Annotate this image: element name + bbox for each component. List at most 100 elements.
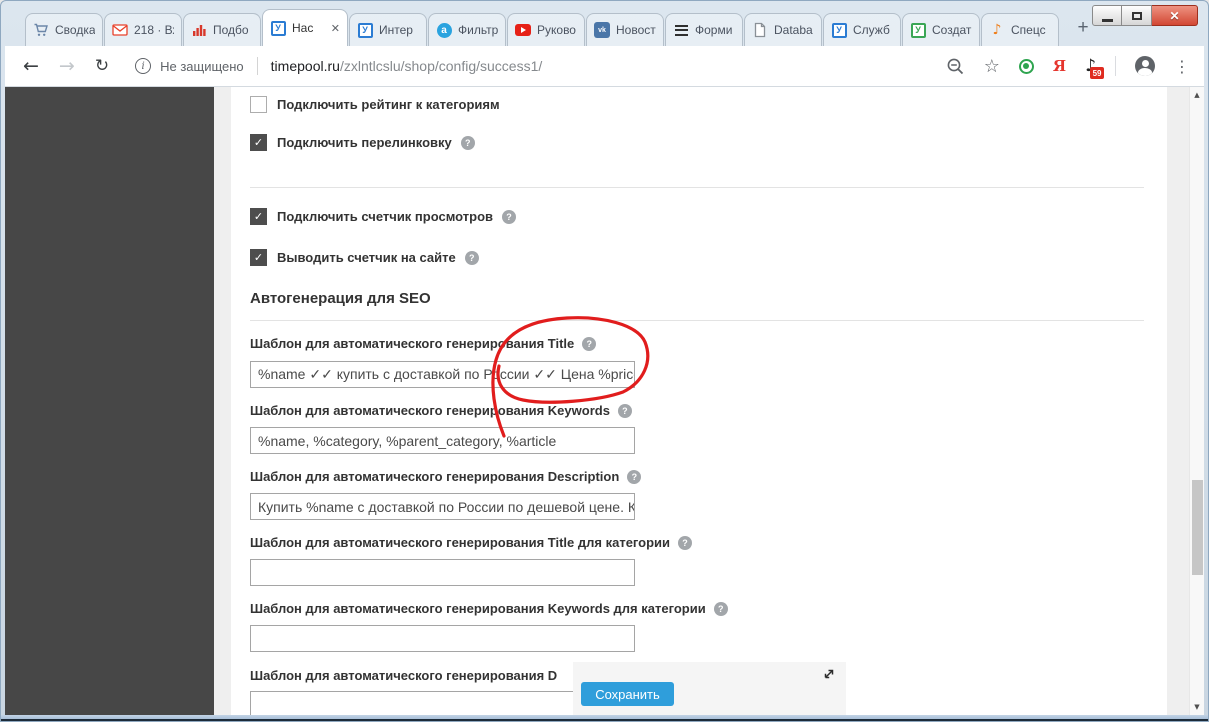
tab-label: Служб [853,23,890,37]
tab-svodka[interactable]: Сводка [25,13,103,46]
tab-spec[interactable]: ♪ Спецс [981,13,1059,46]
tab-create[interactable]: У Создат [902,13,980,46]
help-icon[interactable]: ? [464,250,479,265]
tab-label: Подбо [213,23,249,37]
mail-icon [112,22,128,38]
tab-strip: Сводка 218 · Вх Подбо У Нас ✕ У Интер a … [1,1,1208,46]
tab-database[interactable]: Databa [744,13,822,46]
help-icon[interactable]: ? [678,535,693,550]
admin-sidebar [5,87,214,715]
security-label: Не защищено [160,58,244,74]
tab-label: Форми [695,23,733,37]
field-label-text: Шаблон для автоматического генерирования… [250,535,671,550]
ucms-icon: У [270,20,286,36]
checkbox-label: Подключить счетчик просмотров [277,209,494,224]
tab-mail[interactable]: 218 · Вх [104,13,182,46]
category-keywords-template-input[interactable] [250,625,635,652]
expand-icon[interactable] [822,667,836,681]
vk-icon: vk [594,22,610,38]
bookmark-star-icon[interactable]: ☆ [984,56,1000,77]
tab-forms[interactable]: Форми [665,13,743,46]
show-counter-checkbox[interactable]: ✓ [250,249,267,266]
tab-settings-active[interactable]: У Нас ✕ [262,9,348,46]
back-button[interactable]: ← [23,55,39,77]
checkbox-row: ✓ Подключить рейтинг к категориям [250,96,500,113]
tab-label: Фильтр [458,23,498,37]
tab-internet[interactable]: У Интер [349,13,427,46]
tab-service[interactable]: У Служб [823,13,901,46]
views-counter-checkbox[interactable]: ✓ [250,208,267,225]
tab-youtube[interactable]: Руково [507,13,585,46]
minimize-button[interactable] [1092,5,1122,26]
input-value: %name ✓✓ купить с доставкой по России ✓✓… [258,366,635,382]
barchart-icon [191,22,207,38]
reload-button[interactable]: ↻ [95,56,109,76]
tab-vk[interactable]: vk Новост [586,13,664,46]
document-icon [752,22,768,38]
section-divider [250,187,1144,188]
help-icon[interactable]: ? [582,336,597,351]
address-bar[interactable]: timepool.ru/zxlntlcslu/shop/config/succe… [271,58,543,74]
title-template-input[interactable]: %name ✓✓ купить с доставкой по России ✓✓… [250,361,635,388]
browser-toolbar: ← → ↻ i Не защищено timepool.ru/zxlntlcs… [5,46,1204,87]
yandex-extension-icon[interactable]: Я [1053,57,1066,75]
field-label-text: Шаблон для автоматического генерирования… [250,601,706,616]
tab-label: 218 · Вх [134,23,174,37]
tab-label: Руково [537,23,576,37]
help-icon[interactable]: ? [502,209,517,224]
scrollbar-thumb[interactable] [1191,480,1203,575]
checkbox-label: Выводить счетчик на сайте [277,250,456,265]
field-label: Шаблон для автоматического генерирования… [250,535,693,550]
interlinking-checkbox[interactable]: ✓ [250,134,267,151]
tab-label: Спецс [1011,23,1046,37]
vk-letters: vk [594,22,610,38]
site-info-icon[interactable]: i [135,58,152,74]
field-label: Шаблон для автоматического генерирования… [250,469,642,484]
profile-avatar[interactable] [1135,56,1155,76]
music-extension-icon[interactable]: ♪ 59 [1085,56,1104,79]
category-title-template-input[interactable] [250,559,635,586]
help-icon[interactable]: ? [713,601,728,616]
section-title: Автогенерация для SEO [250,290,431,307]
checkbox-row: ✓ Подключить счетчик просмотров ? [250,208,517,225]
input-value: %name, %category, %parent_category, %art… [258,432,557,449]
field-label-text: Шаблон для автоматического генерирования… [250,668,558,683]
description-template-input[interactable]: Купить %name с доставкой по России по де… [250,493,635,520]
menu-kebab-icon[interactable]: ⋮ [1174,57,1190,76]
tab-label: Нас [292,21,314,35]
filter-app-icon: a [436,22,452,38]
clef-icon: ♪ [989,22,1005,38]
close-icon[interactable]: ✕ [331,22,340,35]
u-letter: У [357,22,373,38]
maximize-button[interactable] [1122,5,1152,26]
rating-checkbox[interactable]: ✓ [250,96,267,113]
ucms-icon: У [831,22,847,38]
extension-badge: 59 [1090,67,1104,79]
adblock-extension-icon[interactable] [1018,58,1034,74]
page-viewport: ✓ Подключить рейтинг к категориям ✓ Подк… [5,87,1204,715]
zoom-out-icon[interactable] [946,57,965,76]
input-value: Купить %name с доставкой по России по де… [258,498,635,515]
check-icon: ✓ [253,210,264,223]
checkbox-label: Подключить перелинковку [277,135,452,150]
tab-label: Databa [774,23,813,37]
tab-filter[interactable]: a Фильтр [428,13,506,46]
url-separator [256,57,258,75]
settings-form: ✓ Подключить рейтинг к категориям ✓ Подк… [231,87,1167,715]
keywords-template-input[interactable]: %name, %category, %parent_category, %art… [250,427,635,454]
forward-button[interactable]: → [59,55,75,77]
tab-podbor[interactable]: Подбо [183,13,261,46]
close-window-button[interactable]: ✕ [1152,5,1198,26]
field-label-text: Шаблон для автоматического генерирования… [250,336,575,351]
help-icon[interactable]: ? [627,469,642,484]
scroll-down-arrow[interactable]: ▼ [1190,700,1204,714]
checkbox-row: ✓ Подключить перелинковку ? [250,134,475,151]
page-scrollbar[interactable]: ▲ ▼ [1189,87,1204,715]
field-label-text: Шаблон для автоматического генерирования… [250,403,610,418]
checkbox-row: ✓ Выводить счетчик на сайте ? [250,249,479,266]
help-icon[interactable]: ? [460,135,475,150]
check-icon: ✓ [253,136,264,149]
save-button[interactable]: Сохранить [581,682,674,706]
help-icon[interactable]: ? [617,403,632,418]
scroll-up-arrow[interactable]: ▲ [1190,88,1204,102]
